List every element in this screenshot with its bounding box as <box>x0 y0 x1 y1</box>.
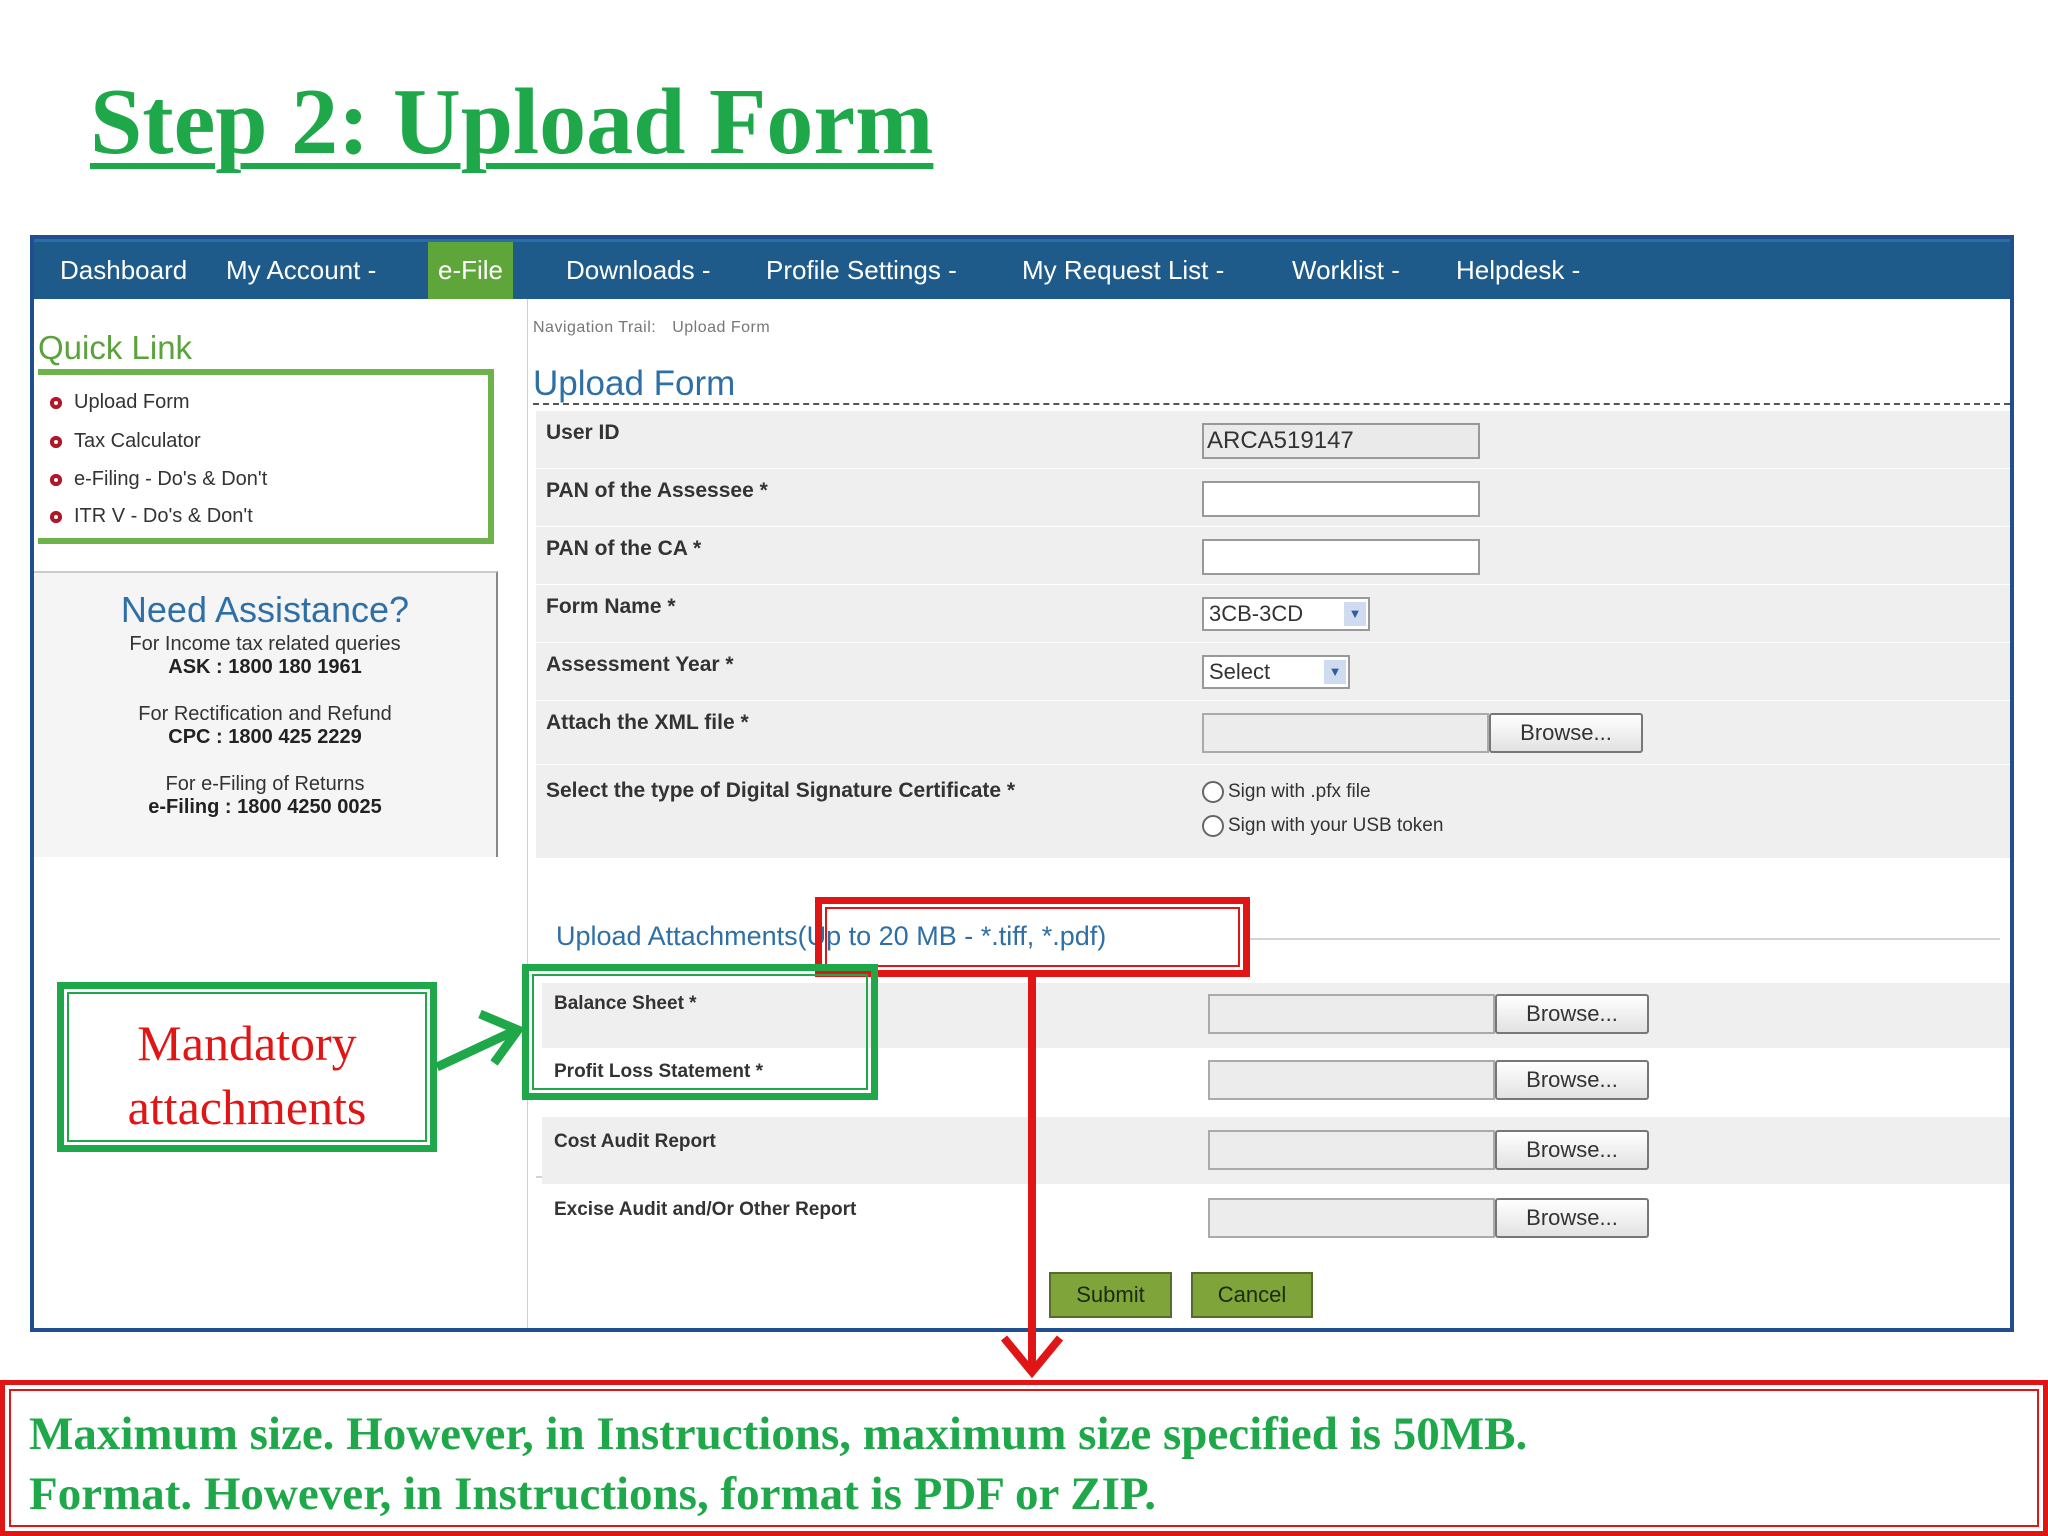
instructions-note: Maximum size. However, in Instructions, … <box>0 1380 2048 1536</box>
annotation-arrows <box>435 977 1064 1379</box>
red-arrow-icon <box>1000 977 1064 1379</box>
mandatory-callout-text: Mandatory attachments <box>127 1015 367 1135</box>
note-line: Maximum size. However, in Instructions, … <box>29 1408 1528 1460</box>
green-arrow-icon <box>435 1009 525 1072</box>
mandatory-callout: Mandatory attachments <box>57 982 437 1152</box>
note-line: Format. However, in Instructions, format… <box>29 1468 1157 1520</box>
